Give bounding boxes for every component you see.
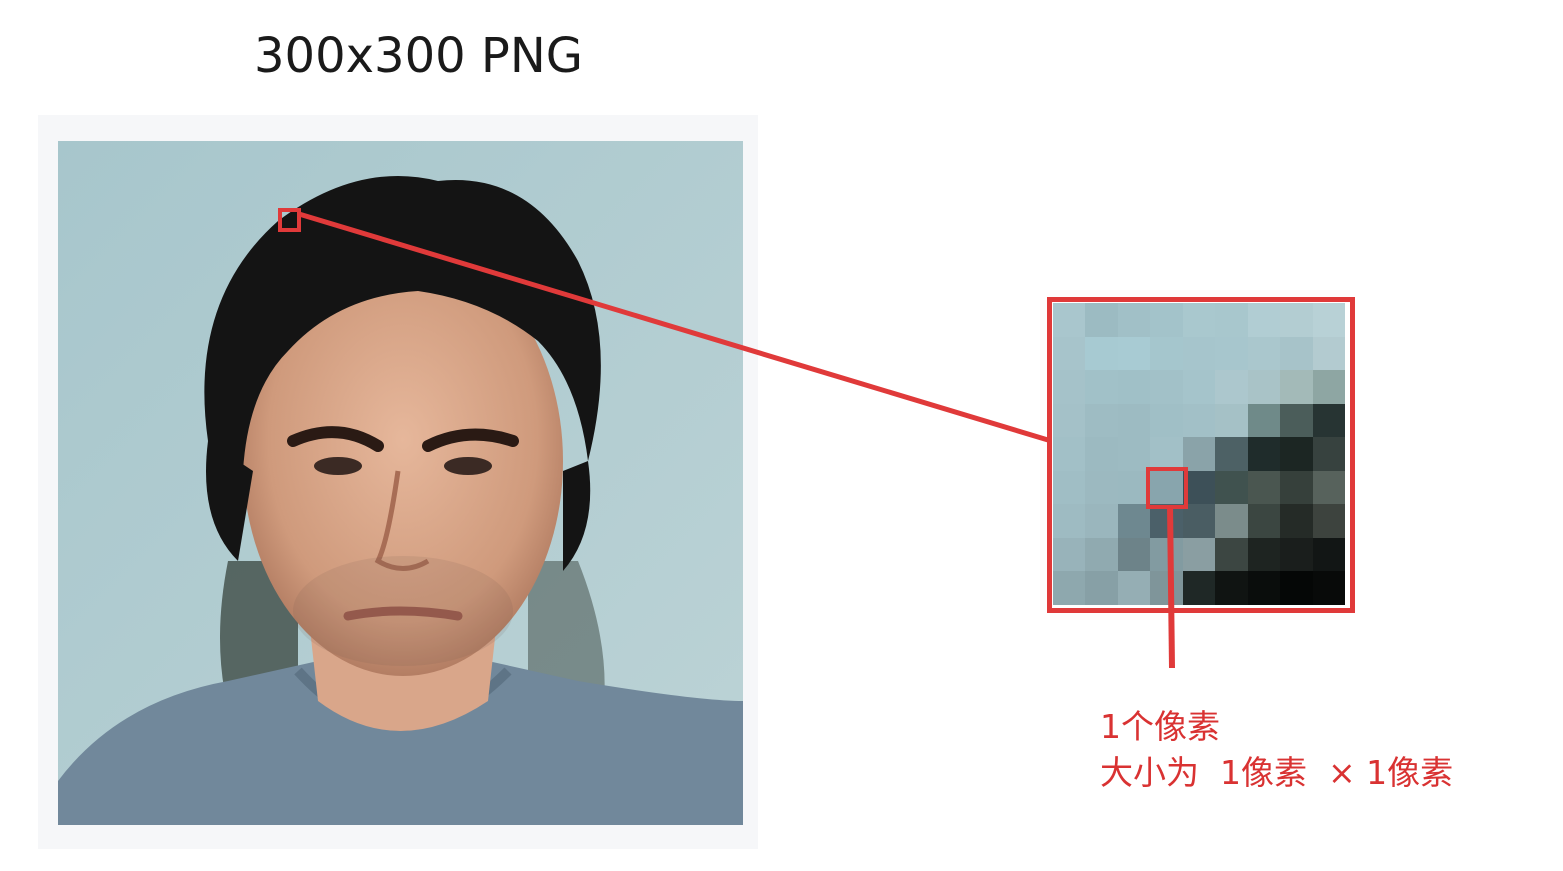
caption-line-2: 大小为 1像素 × 1像素: [1100, 753, 1454, 792]
pixel-caption: 1个像素 大小为 1像素 × 1像素: [1100, 704, 1453, 796]
source-region-marker: [278, 208, 301, 232]
caption-pointer-line: [1167, 504, 1175, 669]
caption-line-1: 1个像素: [1100, 707, 1220, 746]
zoom-connector-line: [298, 211, 1049, 443]
